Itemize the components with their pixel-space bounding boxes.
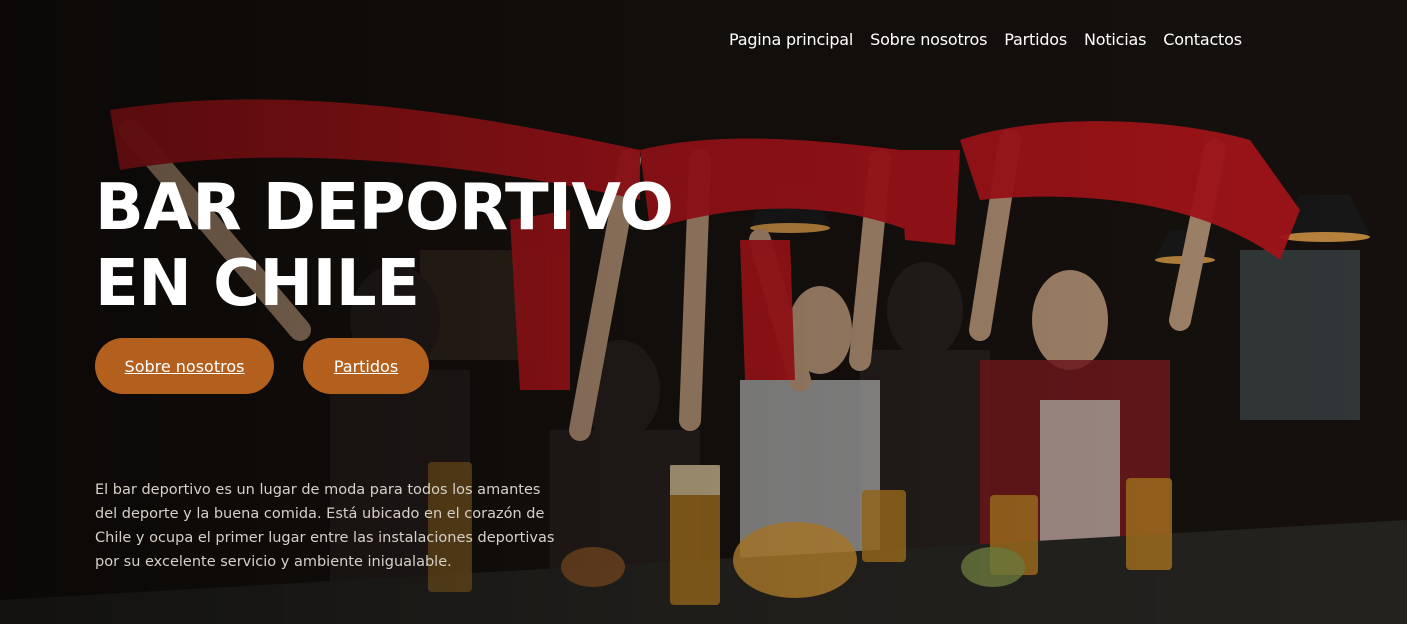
hero-title: BAR DEPORTIVO EN CHILE	[95, 170, 674, 322]
nav-link-contacts[interactable]: Contactos	[1163, 30, 1242, 49]
nav-link-home[interactable]: Pagina principal	[729, 30, 853, 49]
hero-description: El bar deportivo es un lugar de moda par…	[95, 482, 555, 570]
nav-link-news[interactable]: Noticias	[1084, 30, 1146, 49]
main-nav: Pagina principal Sobre nosotros Partidos…	[729, 30, 1242, 49]
about-button[interactable]: Sobre nosotros	[95, 338, 274, 394]
nav-link-matches[interactable]: Partidos	[1004, 30, 1067, 49]
matches-button[interactable]: Partidos	[303, 338, 429, 394]
hero-title-line-1: BAR DEPORTIVO	[95, 171, 674, 245]
nav-link-about[interactable]: Sobre nosotros	[870, 30, 987, 49]
hero-title-line-2: EN CHILE	[95, 247, 420, 321]
